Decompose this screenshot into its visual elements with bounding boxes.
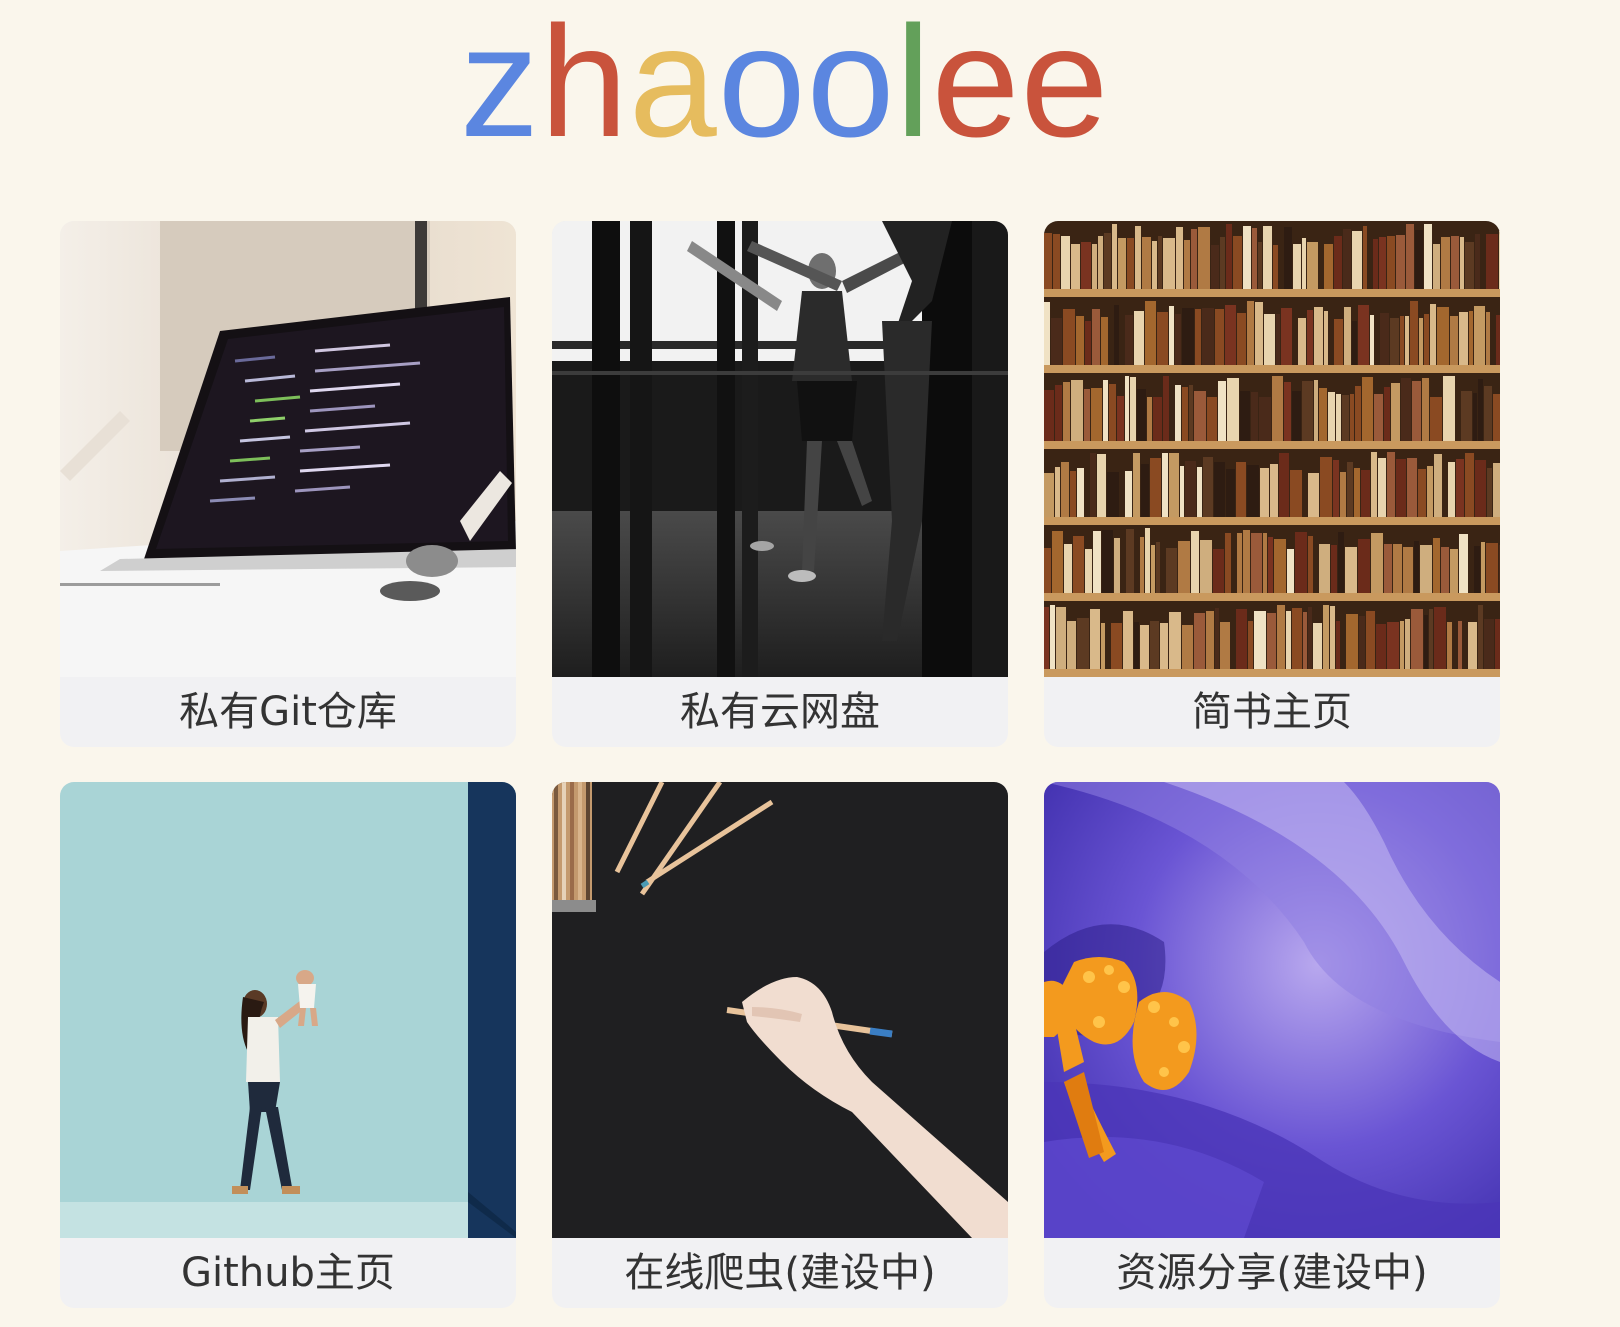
link-card-grid: 私有Git仓库 私有云网盘 简书主页 Github主页 在线爬虫(建设中) 资源… (60, 221, 1502, 1308)
card-label: 私有云网盘 (680, 689, 880, 735)
card-jianshu-home[interactable]: 简书主页 (1044, 221, 1500, 747)
card-label: Github主页 (181, 1250, 395, 1296)
card-resource-share[interactable]: 资源分享(建设中) (1044, 782, 1500, 1308)
bookshelf-photo (1044, 221, 1500, 677)
card-label: 在线爬虫(建设中) (624, 1250, 936, 1296)
card-cloud-drive[interactable]: 私有云网盘 (552, 221, 1008, 747)
card-web-crawler[interactable]: 在线爬虫(建设中) (552, 782, 1008, 1308)
mother-baby-photo (60, 782, 516, 1238)
logo-letter: o (806, 0, 896, 170)
site-logo[interactable]: zhaoolee (460, 0, 1110, 170)
card-git-repo[interactable]: 私有Git仓库 (60, 221, 516, 747)
card-github-home[interactable]: Github主页 (60, 782, 516, 1308)
logo-letter: z (460, 0, 540, 170)
logo-letter: o (717, 0, 807, 170)
logo-letter: l (895, 0, 932, 170)
hand-pencil-photo (552, 782, 1008, 1238)
logo-letter: a (628, 0, 718, 170)
logo-letter: e (1020, 0, 1110, 170)
card-label: 资源分享(建设中) (1116, 1250, 1428, 1296)
card-label: 私有Git仓库 (179, 689, 397, 735)
page: zhaoolee 私有Git仓库 私有云网盘 简书主页 Github主页 在线爬… (0, 0, 1620, 1327)
logo-letter: e (931, 0, 1021, 170)
purple-flower-photo (1044, 782, 1500, 1238)
laptop-code-photo (60, 221, 516, 677)
card-label: 简书主页 (1192, 689, 1352, 735)
ballet-dancers-photo (552, 221, 1008, 677)
logo-letter: h (540, 0, 629, 170)
